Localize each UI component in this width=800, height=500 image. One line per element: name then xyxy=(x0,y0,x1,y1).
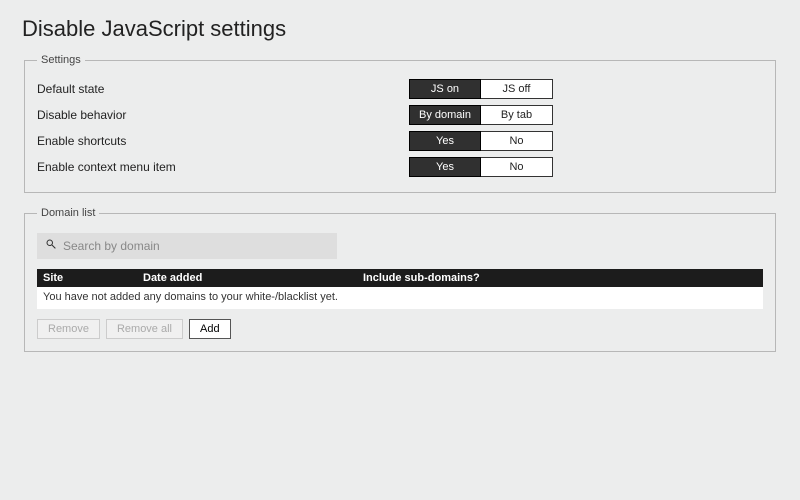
label-default-state: Default state xyxy=(37,82,104,96)
label-disable-behavior: Disable behavior xyxy=(37,108,126,122)
toggle-enable-shortcuts-no[interactable]: No xyxy=(481,131,553,151)
table-header: Site Date added Include sub-domains? xyxy=(37,269,763,287)
toggle-enable-shortcuts: Yes No xyxy=(409,131,553,151)
settings-group: Settings Default state JS on JS off Disa… xyxy=(24,54,776,193)
col-site: Site xyxy=(43,272,143,284)
row-enable-shortcuts: Enable shortcuts Yes No xyxy=(37,128,763,154)
row-disable-behavior: Disable behavior By domain By tab xyxy=(37,102,763,128)
domain-table: Site Date added Include sub-domains? You… xyxy=(37,269,763,309)
remove-button[interactable]: Remove xyxy=(37,319,100,339)
toggle-enable-context-menu: Yes No xyxy=(409,157,553,177)
toggle-disable-behavior-domain[interactable]: By domain xyxy=(409,105,481,125)
toggle-enable-context-menu-no[interactable]: No xyxy=(481,157,553,177)
add-button[interactable]: Add xyxy=(189,319,231,339)
search-wrap xyxy=(37,233,337,259)
col-subdomains: Include sub-domains? xyxy=(363,272,757,284)
toggle-enable-context-menu-yes[interactable]: Yes xyxy=(409,157,481,177)
domain-list-group: Domain list Site Date added Include sub-… xyxy=(24,207,776,352)
toggle-disable-behavior-tab[interactable]: By tab xyxy=(481,105,553,125)
toggle-default-state-on[interactable]: JS on xyxy=(409,79,481,99)
toggle-default-state: JS on JS off xyxy=(409,79,553,99)
table-body-empty: You have not added any domains to your w… xyxy=(37,287,763,309)
toggle-disable-behavior: By domain By tab xyxy=(409,105,553,125)
domain-list-legend: Domain list xyxy=(37,207,99,219)
settings-legend: Settings xyxy=(37,54,85,66)
domain-buttons: Remove Remove all Add xyxy=(37,319,763,339)
label-enable-context-menu: Enable context menu item xyxy=(37,160,176,174)
remove-all-button[interactable]: Remove all xyxy=(106,319,183,339)
search-input[interactable] xyxy=(63,239,329,253)
toggle-default-state-off[interactable]: JS off xyxy=(481,79,553,99)
toggle-enable-shortcuts-yes[interactable]: Yes xyxy=(409,131,481,151)
search-icon xyxy=(45,237,63,255)
row-enable-context-menu: Enable context menu item Yes No xyxy=(37,154,763,180)
col-date: Date added xyxy=(143,272,363,284)
row-default-state: Default state JS on JS off xyxy=(37,76,763,102)
label-enable-shortcuts: Enable shortcuts xyxy=(37,134,126,148)
page-title: Disable JavaScript settings xyxy=(22,16,782,42)
